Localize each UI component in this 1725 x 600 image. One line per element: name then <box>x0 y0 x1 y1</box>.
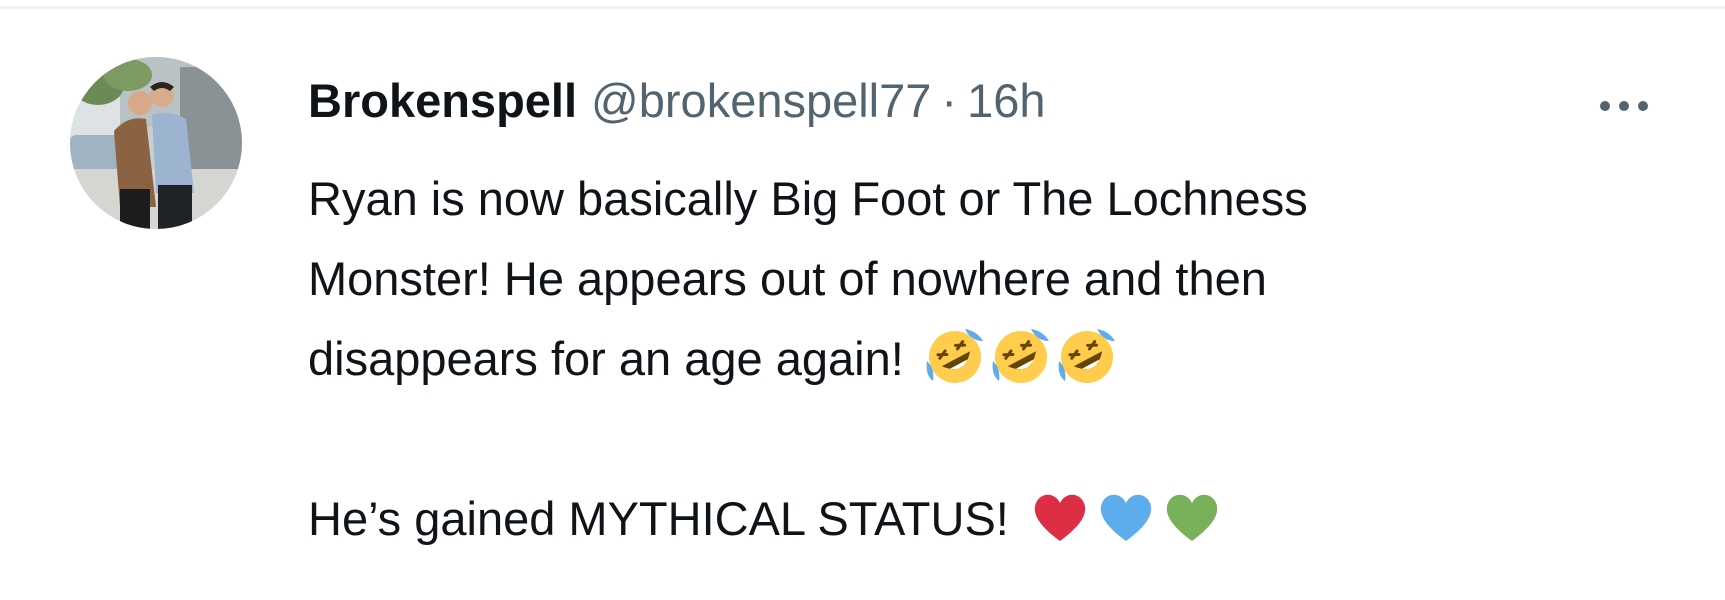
tweet-text: Ryan is now basically Big Foot or The Lo… <box>308 159 1608 559</box>
rolling-on-floor-laughing-emoji <box>926 329 983 383</box>
red-heart-emoji <box>1034 494 1086 541</box>
rolling-on-floor-laughing-emoji <box>992 329 1049 383</box>
more-options-button[interactable] <box>1596 89 1652 123</box>
green-heart-emoji <box>1166 494 1218 541</box>
more-horizontal-icon <box>1600 101 1648 111</box>
author-display-name[interactable]: Brokenspell <box>308 71 577 131</box>
tweet-text-line: He’s gained MYTHICAL STATUS! <box>308 479 1608 559</box>
tweet-header: Brokenspell @brokenspell77 · 16h <box>308 71 1046 131</box>
separator-dot: · <box>941 74 958 127</box>
tweet-text-segment: disappears for an age again! <box>308 332 904 385</box>
tweet[interactable]: Brokenspell @brokenspell77 · 16h Ryan is… <box>0 9 1725 600</box>
tweet-timestamp[interactable]: 16h <box>967 71 1045 131</box>
author-handle[interactable]: @brokenspell77 <box>591 71 931 131</box>
tweet-text-line: disappears for an age again! <box>308 319 1608 399</box>
avatar-photo <box>70 57 242 229</box>
tweet-text-segment: He’s gained MYTHICAL STATUS! <box>308 492 1009 545</box>
avatar[interactable] <box>70 57 242 229</box>
tweet-text-line: Monster! He appears out of nowhere and t… <box>308 252 1267 305</box>
blue-heart-emoji <box>1100 494 1152 541</box>
tweet-text-line: Ryan is now basically Big Foot or The Lo… <box>308 172 1308 225</box>
rolling-on-floor-laughing-emoji <box>1058 329 1115 383</box>
